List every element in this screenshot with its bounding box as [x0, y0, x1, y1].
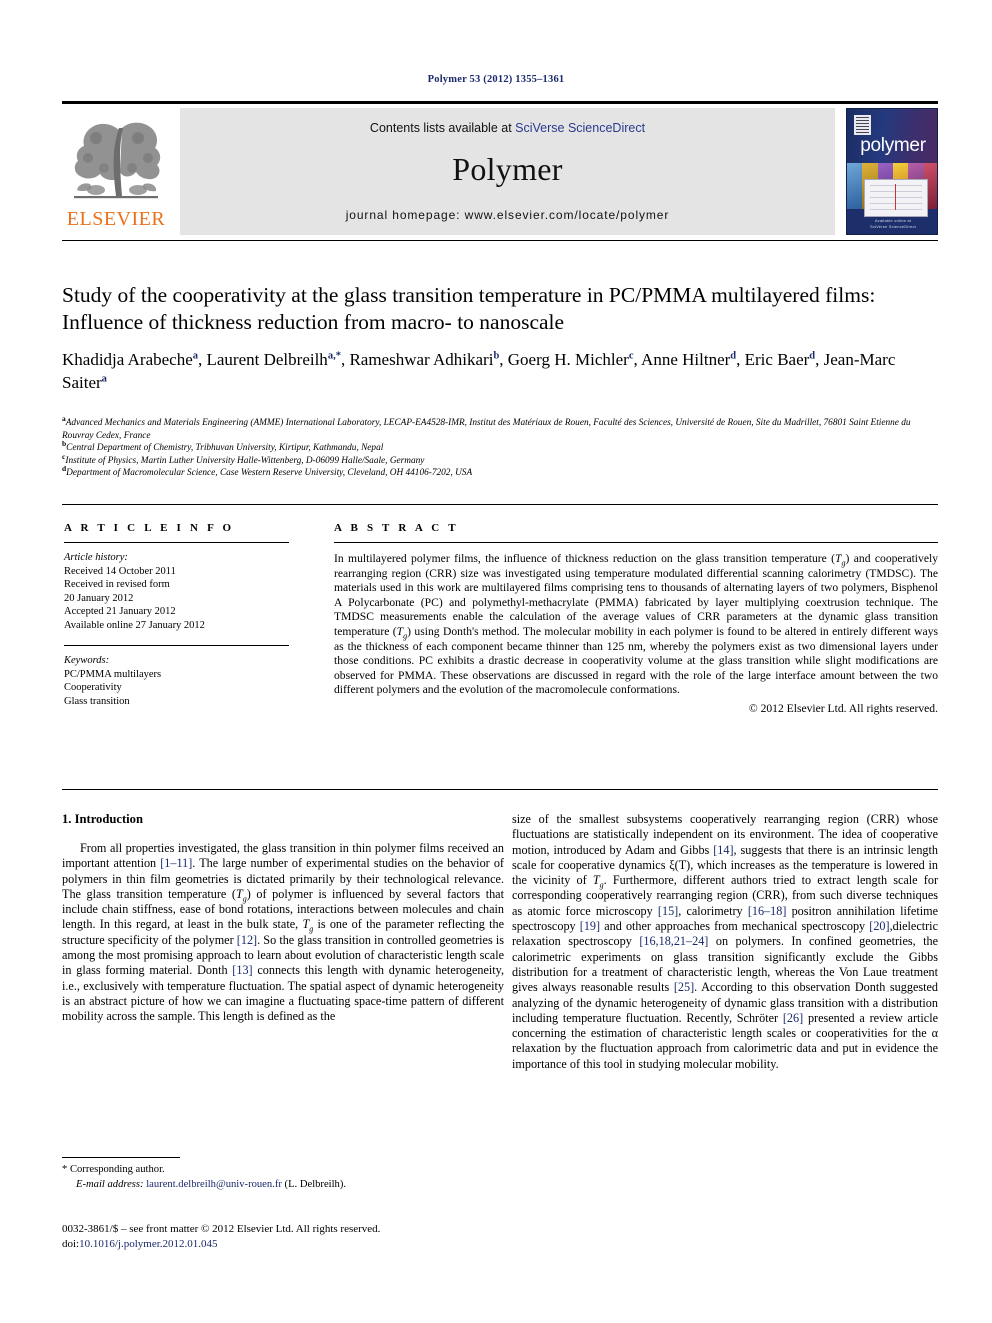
article-first-page: Polymer 53 (2012) 1355–1361 ELSEVIER Con… [0, 0, 992, 1323]
elsevier-shield-icon [854, 115, 871, 135]
author-name: Eric Baer [744, 350, 810, 369]
keywords-divider [64, 645, 289, 646]
citation-reference[interactable]: [14] [713, 843, 733, 857]
doi-label: doi: [62, 1237, 80, 1250]
citation-reference[interactable]: [1–11] [160, 856, 192, 870]
abstract-text: In multilayered polymer films, the influ… [334, 552, 938, 697]
intro-paragraph-left: From all properties investigated, the gl… [62, 841, 505, 1024]
citation-reference[interactable]: [20] [869, 919, 889, 933]
author-affil-marker: a [192, 350, 198, 362]
article-history: Article history: Received 14 October 201… [64, 551, 289, 632]
article-history-label: Article history: [64, 552, 128, 563]
keyword-item: PC/PMMA multilayers [64, 668, 162, 680]
author-name: Khadidja Arabeche [62, 350, 193, 369]
article-history-item: Received 14 October 2011 [64, 565, 176, 577]
affiliation-item: dDepartment of Macromolecular Science, C… [62, 465, 938, 480]
footnote-rule [62, 1157, 180, 1158]
cover-journal-name: polymer [860, 135, 926, 156]
corresponding-author-note: * Corresponding author. [62, 1164, 165, 1175]
keyword-item: Cooperativity [64, 682, 122, 693]
author-name: Laurent Delbreilh [206, 350, 328, 369]
email-suffix: (L. Delbreilh). [284, 1178, 347, 1190]
affiliation-text: Central Department of Chemistry, Tribhuv… [66, 443, 384, 454]
abstract-column: A B S T R A C T In multilayered polymer … [334, 522, 938, 715]
cover-chart-inset [864, 179, 928, 217]
elsevier-logo: ELSEVIER [62, 108, 170, 235]
contents-available-line: Contents lists available at SciVerse Sci… [180, 121, 835, 135]
citation-reference[interactable]: [19] [580, 919, 600, 933]
affiliation-item: bCentral Department of Chemistry, Tribhu… [62, 440, 938, 455]
doi-line: doi:10.1016/j.polymer.2012.01.045 [62, 1237, 504, 1252]
glass-transition-symbol: Tg [235, 886, 247, 904]
abstract-copyright: © 2012 Elsevier Ltd. All rights reserved… [748, 701, 938, 715]
abstract-heading: A B S T R A C T [334, 522, 459, 534]
author-affil-marker: a [101, 373, 107, 385]
keywords-label: Keywords: [64, 655, 110, 666]
masthead-bottom-rule [62, 240, 938, 241]
keyword-item: Glass transition [64, 695, 130, 707]
article-info-column: A R T I C L E I N F O Article history: R… [64, 522, 289, 708]
keywords-block: Keywords: PC/PMMA multilayers Cooperativ… [64, 654, 289, 708]
issn-front-matter: 0032-3861/$ – see front matter © 2012 El… [62, 1223, 381, 1235]
intro-paragraph-right: size of the smallest subsystems cooperat… [512, 812, 939, 1071]
citation-reference[interactable]: [26] [783, 1011, 803, 1025]
corresponding-email-link[interactable]: laurent.delbreilh@univ-rouen.fr [146, 1179, 282, 1190]
sciencedirect-link[interactable]: SciVerse ScienceDirect [515, 121, 645, 135]
affiliation-text: Institute of Physics, Martin Luther Univ… [65, 455, 425, 466]
author-name: Anne Hiltner [641, 350, 731, 369]
author-affil-marker: a,* [327, 350, 341, 362]
affiliation-text: Advanced Mechanics and Materials Enginee… [62, 418, 911, 441]
email-note: E-mail address: laurent.delbreilh@univ-r… [62, 1178, 504, 1193]
article-info-divider [64, 542, 289, 543]
elsevier-tree-icon [66, 108, 166, 206]
article-info-heading: A R T I C L E I N F O [64, 522, 235, 534]
info-bottom-rule [62, 789, 938, 790]
author-list: Khadidja Arabechea, Laurent Delbreilha,*… [62, 350, 896, 392]
section-heading-introduction: 1. Introduction [62, 812, 143, 826]
citation-reference[interactable]: [16,18,21–24] [639, 934, 708, 948]
page-title: Study of the cooperativity at the glass … [62, 283, 876, 334]
journal-masthead: ELSEVIER Contents lists available at Sci… [62, 101, 938, 235]
citation-reference[interactable]: [13] [232, 963, 252, 977]
author-name: Goerg H. Michler [507, 350, 629, 369]
glass-transition-symbol: Tg [396, 624, 408, 641]
affiliation-item: cInstitute of Physics, Martin Luther Uni… [62, 452, 938, 468]
cover-footer-text: Available online at SciVerse ScienceDirec… [870, 218, 916, 229]
author-affil-marker: c [628, 350, 634, 362]
citation-reference[interactable]: [15] [658, 904, 678, 918]
email-label: E-mail address: [76, 1178, 144, 1190]
article-history-item: Available online 27 January 2012 [64, 619, 205, 631]
body-right-column: size of the smallest subsystems cooperat… [512, 812, 938, 1072]
article-history-item: Accepted 21 January 2012 [64, 606, 176, 617]
glass-transition-symbol: Tg [302, 917, 314, 934]
journal-cover-thumbnail[interactable]: polymer Available online at SciVerse Scie… [846, 108, 938, 235]
info-top-rule [62, 504, 938, 505]
running-head: Polymer 53 (2012) 1355–1361 [427, 74, 565, 85]
citation-reference[interactable]: [25] [674, 980, 694, 994]
journal-homepage-line[interactable]: journal homepage: www.elsevier.com/locat… [180, 208, 835, 222]
doi-link[interactable]: 10.1016/j.polymer.2012.01.045 [79, 1238, 217, 1250]
glass-transition-symbol: Tg [592, 873, 604, 890]
masthead-top-rule [62, 101, 938, 104]
body-left-column: 1. Introduction From all properties inve… [62, 812, 504, 1025]
journal-banner: Contents lists available at SciVerse Sci… [180, 108, 835, 235]
footnote-block: * Corresponding author. E-mail address: … [62, 1163, 504, 1192]
affiliation-list: aAdvanced Mechanics and Materials Engine… [62, 415, 938, 480]
citation-reference[interactable]: [12] [237, 933, 257, 947]
contents-prefix: Contents lists available at [369, 121, 516, 135]
author-affil-marker: d [730, 350, 737, 362]
article-history-item: 20 January 2012 [64, 592, 134, 604]
abstract-divider [334, 542, 938, 543]
affiliation-text: Department of Macromolecular Science, Ca… [66, 468, 473, 479]
citation-reference[interactable]: [16–18] [748, 904, 787, 918]
journal-title: Polymer [452, 151, 563, 187]
article-history-item: Received in revised form [64, 579, 170, 590]
elsevier-wordmark: ELSEVIER [66, 208, 166, 230]
author-affil-marker: b [493, 350, 500, 362]
imprint-block: 0032-3861/$ – see front matter © 2012 El… [62, 1222, 504, 1251]
glass-transition-symbol: Tg [835, 552, 846, 568]
author-affil-marker: d [809, 350, 816, 362]
author-name: Rameshwar Adhikari [349, 350, 494, 369]
affiliation-item: aAdvanced Mechanics and Materials Engine… [62, 415, 938, 442]
